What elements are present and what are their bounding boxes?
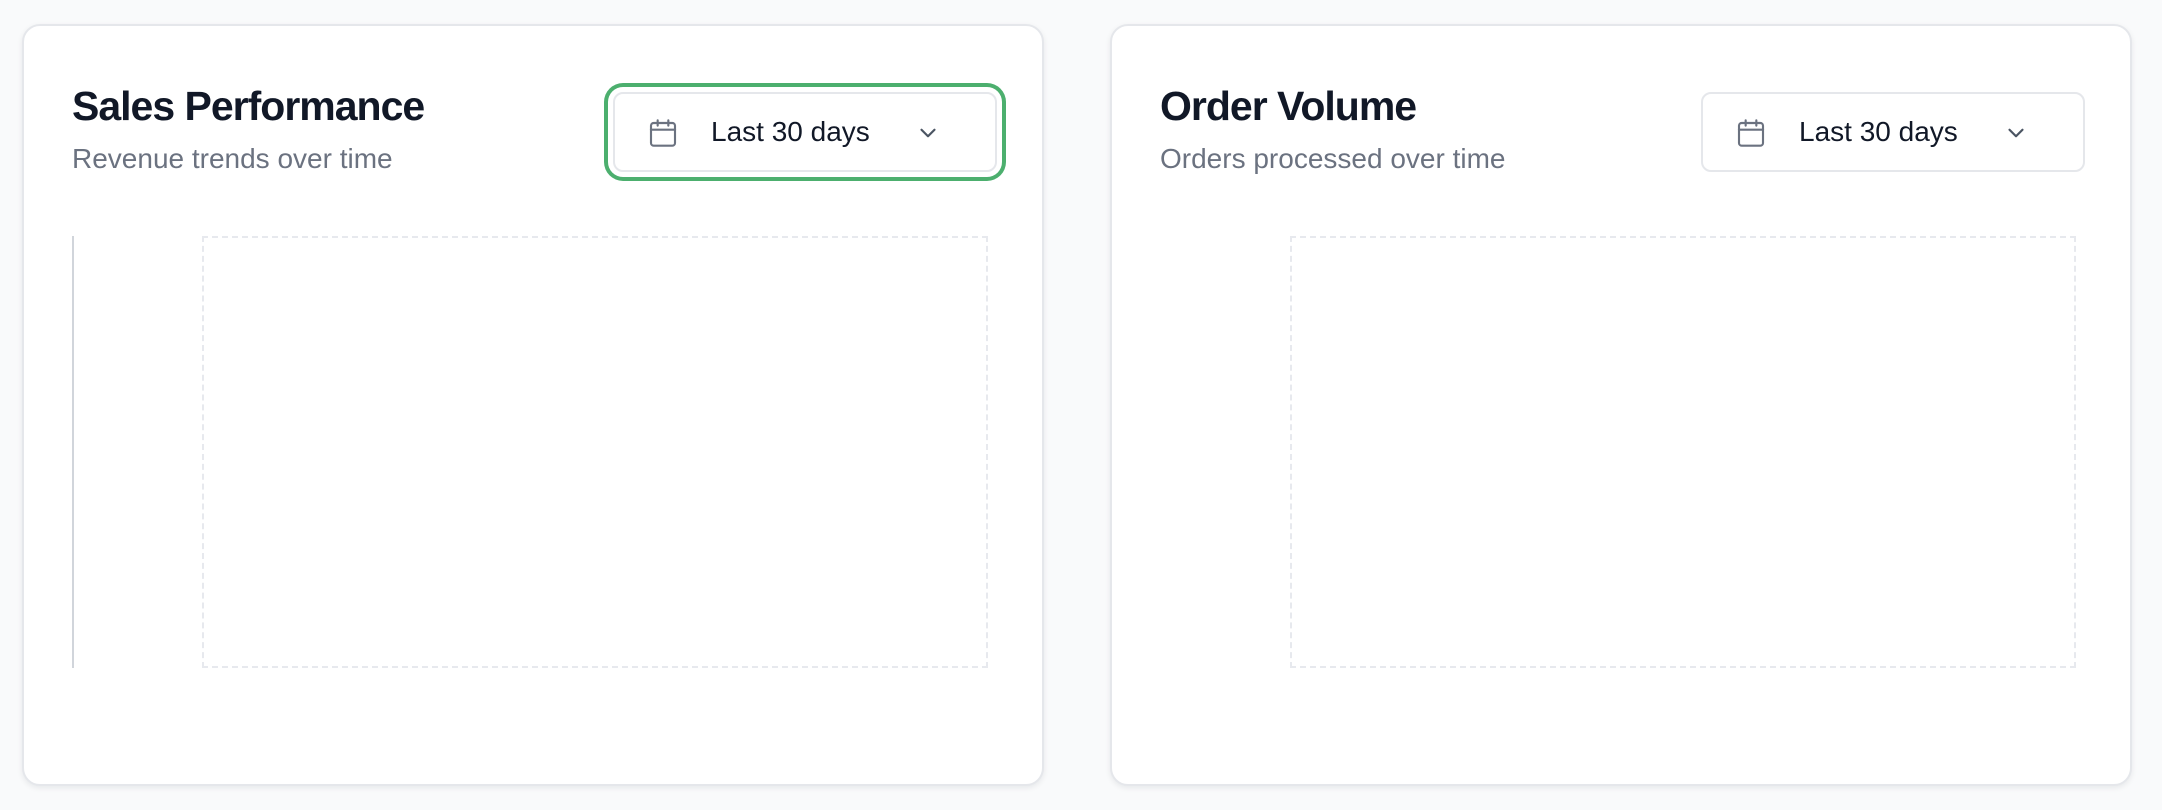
card-subtitle: Orders processed over time (1160, 143, 1506, 174)
date-range-select[interactable]: Last 30 days (1701, 92, 2085, 172)
y-axis-line (72, 236, 74, 668)
chart-plot-area (202, 236, 988, 668)
date-range-select[interactable]: Last 30 days (613, 92, 997, 172)
chevron-down-icon (920, 128, 936, 138)
chart-plot-area (1290, 236, 2076, 668)
date-range-label: Last 30 days (1799, 116, 1958, 147)
chevron-down-icon (2008, 128, 2024, 138)
card-subtitle: Revenue trends over time (72, 143, 393, 174)
sales-performance-card: Sales Performance Revenue trends over ti… (22, 24, 1044, 786)
card-title: Order Volume (1160, 83, 1417, 129)
card-title: Sales Performance (72, 83, 425, 129)
calendar-icon (649, 119, 677, 147)
date-range-label: Last 30 days (711, 116, 870, 147)
order-volume-card: Order Volume Orders processed over time … (1110, 24, 2132, 786)
calendar-icon (1737, 119, 1765, 147)
